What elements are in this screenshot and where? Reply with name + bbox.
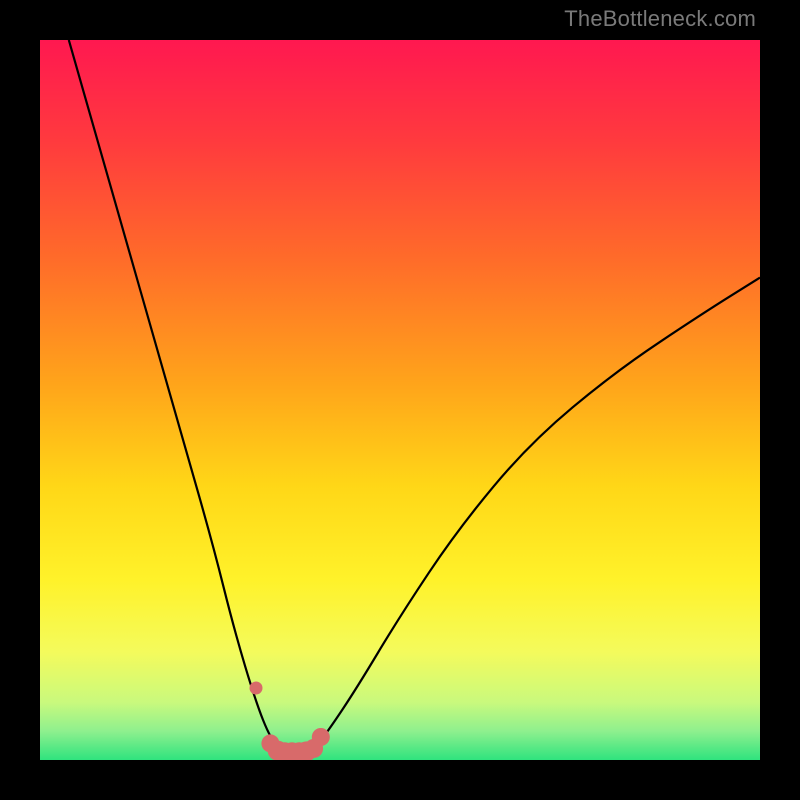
frame-right: [760, 0, 800, 800]
frame-bottom: [0, 760, 800, 800]
frame-left: [0, 0, 40, 800]
optimal-dot: [250, 682, 263, 695]
gradient-background: [40, 40, 760, 760]
watermark-text: TheBottleneck.com: [564, 6, 756, 32]
bottleneck-chart: [40, 40, 760, 760]
optimal-dot: [312, 728, 330, 746]
